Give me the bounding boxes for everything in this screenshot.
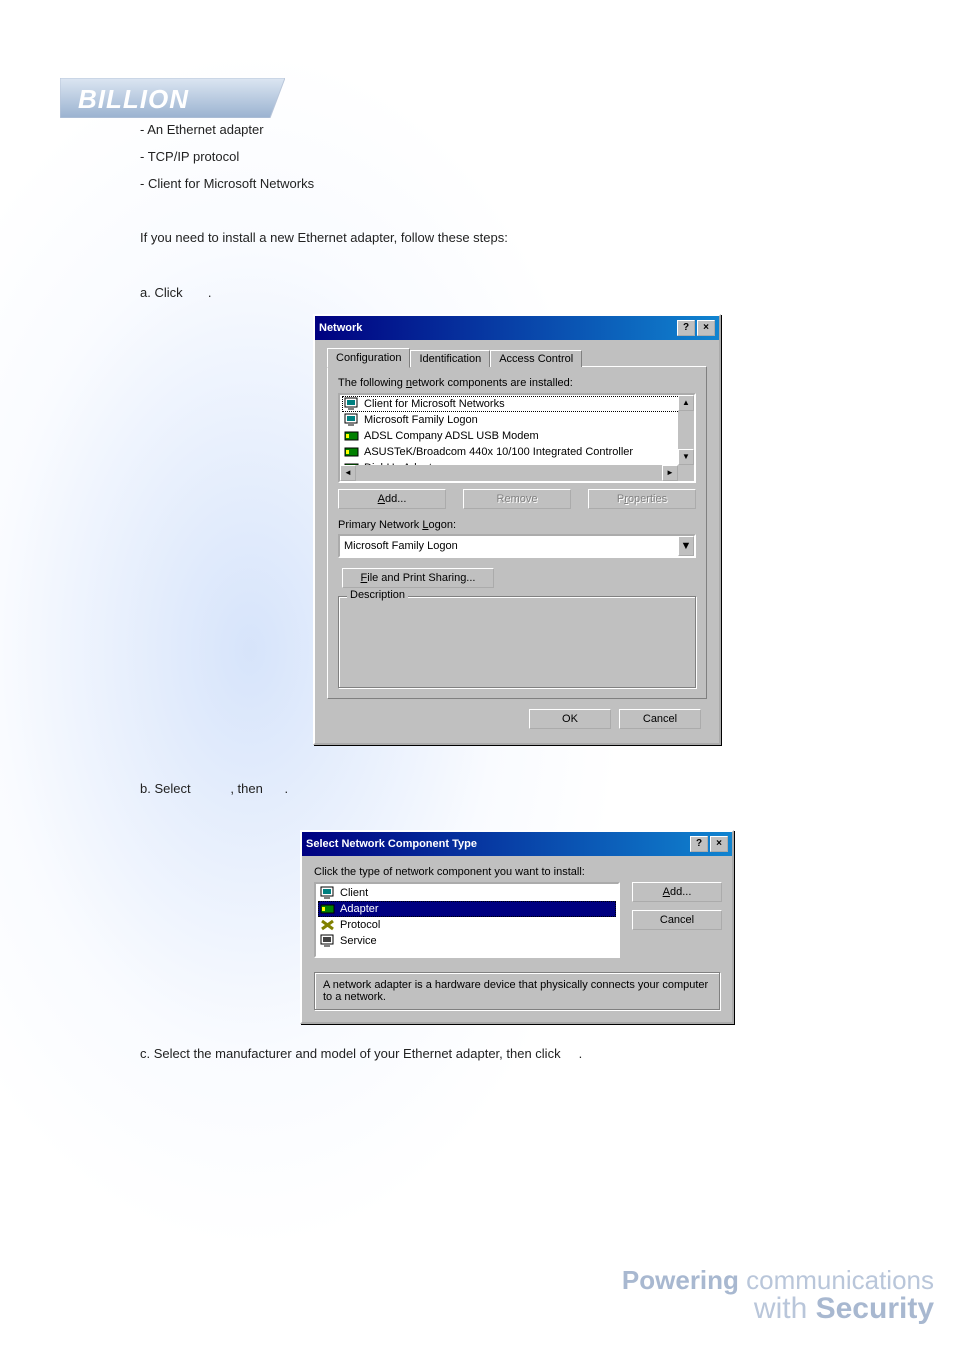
tab-identification[interactable]: Identification: [410, 350, 490, 367]
client-icon: [344, 397, 360, 411]
cancel-button[interactable]: Cancel: [619, 709, 701, 729]
list-item-adapter[interactable]: Adapter: [318, 901, 616, 917]
primary-logon-value: Microsoft Family Logon: [344, 540, 458, 552]
network-titlebar: Network ? ×: [315, 316, 719, 340]
client-icon: [344, 413, 360, 427]
footer-watermark: Powering communications with Security: [622, 1265, 934, 1326]
scroll-up-button[interactable]: ▲: [678, 395, 694, 411]
list-item-protocol[interactable]: Protocol: [318, 917, 616, 933]
add-button[interactable]: Add...: [338, 489, 446, 509]
component-cancel-button[interactable]: Cancel: [632, 910, 722, 930]
step-a: a. Click .: [140, 283, 894, 304]
ok-button[interactable]: OK: [529, 709, 611, 729]
help-button[interactable]: ?: [690, 836, 708, 852]
tab-access-control[interactable]: Access Control: [490, 350, 582, 367]
component-title: Select Network Component Type: [306, 838, 477, 850]
client-icon: [320, 886, 336, 900]
list-item-service[interactable]: Service: [318, 933, 616, 949]
network-dialog: Network ? × Configuration Identification…: [313, 314, 721, 745]
protocol-icon: [320, 918, 336, 932]
network-title: Network: [319, 322, 362, 334]
scrollbar-horizontal[interactable]: ◄ ►: [340, 465, 678, 481]
adapter-icon: [344, 429, 360, 443]
tab-configuration[interactable]: Configuration: [327, 348, 410, 368]
list-item-adsl-modem[interactable]: ADSL Company ADSL USB Modem: [342, 428, 692, 444]
scrollbar-vertical[interactable]: ▲ ▼: [678, 395, 694, 465]
remove-button[interactable]: Remove: [463, 489, 571, 509]
list-item-msfamily[interactable]: Microsoft Family Logon: [342, 412, 692, 428]
list-item-client-msn[interactable]: Client for Microsoft Networks: [342, 396, 692, 412]
properties-button[interactable]: Properties: [588, 489, 696, 509]
list-item-asustek[interactable]: ASUSTeK/Broadcom 440x 10/100 Integrated …: [342, 444, 692, 460]
components-listbox[interactable]: Client for Microsoft Networks Microsoft …: [338, 393, 696, 483]
file-print-sharing-button[interactable]: File and Print Sharing...: [342, 568, 494, 588]
adapter-icon: [320, 902, 336, 916]
component-type-dialog: Select Network Component Type ? × Click …: [300, 830, 734, 1024]
component-description: A network adapter is a hardware device t…: [314, 972, 720, 1010]
scroll-left-button[interactable]: ◄: [340, 465, 356, 481]
bullet-ethernet: - An Ethernet adapter: [140, 120, 894, 141]
component-instruction: Click the type of network component you …: [314, 866, 720, 878]
intro-text: If you need to install a new Ethernet ad…: [140, 228, 894, 249]
tabstrip: Configuration Identification Access Cont…: [327, 348, 707, 367]
close-button[interactable]: ×: [697, 320, 715, 336]
list-item-client[interactable]: Client: [318, 885, 616, 901]
tab-panel-configuration: The following network components are ins…: [327, 366, 707, 699]
close-button[interactable]: ×: [710, 836, 728, 852]
primary-logon-label: Primary Network Logon:: [338, 519, 696, 531]
svg-text:BILLION: BILLION: [78, 84, 189, 114]
component-add-button[interactable]: Add...: [632, 882, 722, 902]
bullet-client-msn: - Client for Microsoft Networks: [140, 174, 894, 195]
step-b: b. Select , then .: [140, 779, 894, 800]
description-label: Description: [347, 589, 408, 601]
scroll-corner: [678, 465, 694, 481]
adapter-icon: [344, 445, 360, 459]
help-button[interactable]: ?: [677, 320, 695, 336]
brand-logo: BILLION: [60, 78, 285, 118]
component-titlebar: Select Network Component Type ? ×: [302, 832, 732, 856]
step-c: c. Select the manufacturer and model of …: [140, 1044, 894, 1065]
chevron-down-icon[interactable]: ▼: [678, 536, 694, 556]
description-group: Description: [338, 596, 696, 688]
component-listbox[interactable]: Client Adapter: [314, 882, 620, 958]
scroll-down-button[interactable]: ▼: [678, 449, 694, 465]
bullet-tcpip: - TCP/IP protocol: [140, 147, 894, 168]
scroll-right-button[interactable]: ►: [662, 465, 678, 481]
service-icon: [320, 934, 336, 948]
components-label: The following network components are ins…: [338, 377, 696, 389]
primary-logon-combo[interactable]: Microsoft Family Logon ▼: [338, 534, 696, 558]
